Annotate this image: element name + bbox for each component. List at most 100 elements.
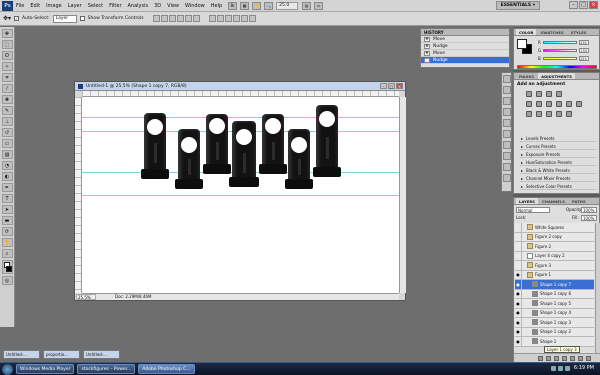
path-select-tool-icon[interactable]: ➤ <box>1 205 13 214</box>
magic-wand-tool-icon[interactable]: ✧ <box>1 62 13 71</box>
hue-saturation-icon[interactable] <box>536 101 542 107</box>
tab-styles[interactable]: STYLES <box>568 29 590 35</box>
menu-filter[interactable]: Filter <box>109 3 121 9</box>
doc-minimize-button[interactable]: – <box>380 83 387 89</box>
guide-line[interactable] <box>82 117 399 118</box>
eye-icon[interactable]: ● <box>515 279 522 289</box>
zoom-level-field[interactable]: 25.0 <box>276 1 299 10</box>
distribute-vcenter-icon[interactable] <box>216 15 224 22</box>
close-button[interactable]: × <box>589 1 598 9</box>
minimized-document[interactable]: proportio... <box>43 350 80 359</box>
character-panel-icon[interactable] <box>502 97 511 105</box>
layer-row[interactable]: ● Figure 1 <box>515 270 594 280</box>
menu-select[interactable]: Select <box>88 3 103 9</box>
tab-swatches[interactable]: SWATCHES <box>537 29 566 35</box>
menu-view[interactable]: View <box>167 3 179 9</box>
visibility-toggle-icon[interactable] <box>515 232 522 242</box>
black-white-icon[interactable] <box>556 101 562 107</box>
cylinder-shape[interactable] <box>175 129 203 189</box>
marquee-tool-icon[interactable]: ⬚ <box>1 40 13 49</box>
eye-icon[interactable]: ● <box>515 270 522 280</box>
tab-paths[interactable]: PATHS <box>569 198 589 204</box>
cylinder-shape[interactable] <box>313 105 341 177</box>
align-right-icon[interactable] <box>192 15 200 22</box>
distribute-left-icon[interactable] <box>232 15 240 22</box>
actions-panel-icon[interactable] <box>502 152 511 160</box>
status-zoom-field[interactable]: 25.5% <box>76 294 96 300</box>
workspace-switcher[interactable]: ESSENTIALS ▾ <box>495 1 540 10</box>
taskbar-item-media-player[interactable]: Windows Media Player <box>16 364 75 374</box>
eraser-tool-icon[interactable]: ▭ <box>1 139 13 148</box>
navigator-icon[interactable] <box>502 119 511 127</box>
green-slider[interactable]: G 255 <box>538 47 598 53</box>
tab-channels[interactable]: CHANNELS <box>539 198 568 204</box>
taskbar-item-photoshop[interactable]: Adobe Photoshop C... <box>138 364 195 374</box>
visibility-toggle-icon[interactable] <box>515 241 522 251</box>
preset-hue-saturation[interactable]: Hue/Saturation Presets <box>520 159 596 166</box>
gradient-map-icon[interactable] <box>556 111 562 117</box>
auto-select-checkbox[interactable] <box>14 16 20 21</box>
vibrance-icon[interactable] <box>526 101 532 107</box>
pen-tool-icon[interactable]: ✒ <box>1 183 13 192</box>
preset-black-white[interactable]: Black & White Presets <box>520 167 596 174</box>
dodge-tool-icon[interactable]: ◐ <box>1 172 13 181</box>
selective-color-icon[interactable] <box>566 111 572 117</box>
eye-icon[interactable]: ● <box>515 327 522 337</box>
brightness-icon[interactable] <box>526 91 532 97</box>
trash-icon[interactable] <box>586 355 591 361</box>
preset-levels[interactable]: Levels Presets <box>520 135 596 142</box>
channel-mixer-icon[interactable] <box>576 101 582 107</box>
layer-row[interactable]: Figure 2 copy <box>515 232 594 242</box>
crop-tool-icon[interactable]: ⌗ <box>1 73 13 82</box>
tray-icon[interactable] <box>565 366 570 371</box>
menu-analysis[interactable]: Analysis <box>128 3 149 9</box>
arrange-documents-icon[interactable]: ▤ <box>302 1 312 10</box>
add-mask-icon[interactable] <box>554 355 559 361</box>
cylinder-shape[interactable] <box>141 113 169 179</box>
menu-image[interactable]: Image <box>46 3 62 9</box>
fill-field[interactable]: 100% <box>581 215 597 221</box>
gradient-tool-icon[interactable]: ▨ <box>1 150 13 159</box>
tool-presets-icon[interactable] <box>502 163 511 171</box>
preset-selective-color[interactable]: Selective Color Presets <box>520 183 596 190</box>
layer-comps-icon[interactable] <box>502 174 511 182</box>
move-tool-icon[interactable]: ✥ <box>1 29 13 38</box>
align-vcenter-icon[interactable] <box>160 15 168 22</box>
distribute-right-icon[interactable] <box>248 15 256 22</box>
eye-icon[interactable]: ● <box>515 317 522 327</box>
posterize-icon[interactable] <box>536 111 542 117</box>
show-transform-checkbox[interactable] <box>79 16 85 21</box>
menu-window[interactable]: Window <box>185 3 205 9</box>
vertical-ruler[interactable] <box>75 97 82 293</box>
tab-color[interactable]: COLOR <box>516 29 537 35</box>
brush-tool-icon[interactable]: ✎ <box>1 106 13 115</box>
move-tool-icon[interactable]: ✥▾ <box>3 15 11 22</box>
exposure-icon[interactable] <box>556 91 562 97</box>
canvas[interactable] <box>82 97 399 293</box>
align-left-icon[interactable] <box>176 15 184 22</box>
zoom-tool-icon[interactable]: ⌕ <box>1 249 13 258</box>
type-tool-icon[interactable]: T <box>1 194 13 203</box>
vertical-scrollbar[interactable] <box>399 97 406 293</box>
new-layer-icon[interactable] <box>578 355 583 361</box>
history-item[interactable]: ✥ Move <box>421 50 509 57</box>
shape-tool-icon[interactable]: ▬ <box>1 216 13 225</box>
distribute-hcenter-icon[interactable] <box>240 15 248 22</box>
adjustment-layer-icon[interactable] <box>562 355 567 361</box>
eye-icon[interactable]: ● <box>515 298 522 308</box>
hand-tool-icon[interactable]: ✋ <box>1 238 13 247</box>
cylinder-shape[interactable] <box>285 129 313 189</box>
bridge-icon[interactable]: Br <box>228 1 238 10</box>
guide-line[interactable] <box>82 195 399 196</box>
clock[interactable]: 6:19 PM <box>574 365 594 371</box>
layer-row-selected[interactable]: ● Shape 1 copy 7 <box>515 279 594 290</box>
color-balance-icon[interactable] <box>546 101 552 107</box>
align-bottom-icon[interactable] <box>168 15 176 22</box>
menu-file[interactable]: File <box>16 3 24 9</box>
distribute-bottom-icon[interactable] <box>224 15 232 22</box>
history-brush-tool-icon[interactable]: ↺ <box>1 128 13 137</box>
blur-tool-icon[interactable]: ◔ <box>1 161 13 170</box>
clone-source-icon[interactable] <box>502 86 511 94</box>
align-top-icon[interactable] <box>152 15 160 22</box>
align-hcenter-icon[interactable] <box>184 15 192 22</box>
